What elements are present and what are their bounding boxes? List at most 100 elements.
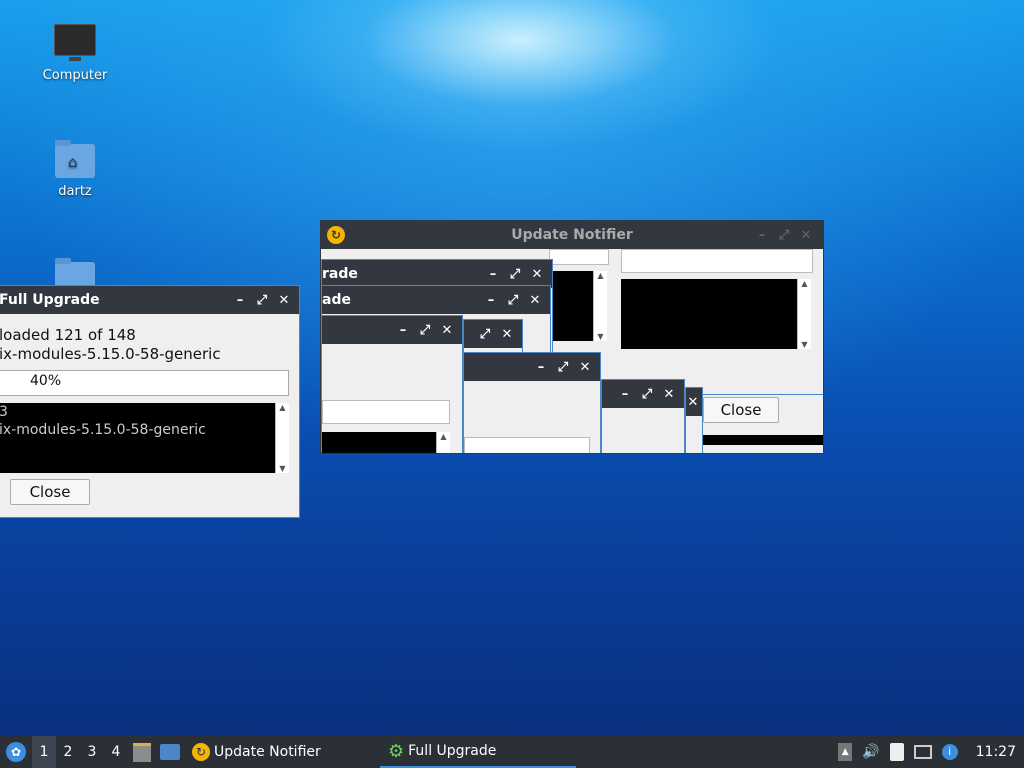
maximize-icon[interactable]: ⤢	[773, 228, 795, 243]
stacked-window: – ⤢ ✕	[601, 379, 685, 453]
desktop-icon-label: dartz	[58, 184, 92, 199]
window-title: Update Notifier	[511, 227, 633, 243]
show-desktop-icon	[160, 744, 180, 760]
log-output	[621, 279, 811, 349]
volume-icon[interactable]: 🔊	[862, 744, 879, 760]
maximize-icon[interactable]: ⤢	[502, 293, 524, 308]
window-title: Full Upgrade	[0, 292, 100, 308]
text-field[interactable]	[549, 249, 609, 265]
text-field[interactable]	[464, 437, 590, 453]
home-folder-icon: ⌂	[55, 140, 95, 178]
text-field[interactable]	[621, 249, 813, 273]
desktop-launcher[interactable]	[156, 736, 184, 768]
minimize-icon[interactable]: –	[480, 293, 502, 308]
update-notifier-window: ↻ Update Notifier – ⤢ ✕ ▲ ▼ ▲ ▼ rade – ⤢…	[320, 220, 824, 454]
maximize-icon[interactable]: ⤢	[636, 387, 658, 402]
status-line: loaded 121 of 148	[0, 326, 136, 344]
task-label: Full Upgrade	[408, 743, 497, 759]
maximize-icon[interactable]: ⤢	[552, 360, 574, 375]
close-icon[interactable]: ✕	[524, 293, 546, 308]
task-label: Update Notifier	[214, 744, 321, 760]
file-manager-icon	[133, 742, 151, 762]
window-titlebar[interactable]: ⤢ ✕	[464, 320, 522, 348]
progress-text: 40%	[30, 373, 62, 389]
window-title: rade	[322, 266, 358, 282]
scroll-up-icon[interactable]: ▲	[594, 271, 607, 280]
close-icon[interactable]: ✕	[496, 327, 518, 342]
window-titlebar[interactable]: ✕	[686, 388, 702, 416]
system-tray: ▲ 🔊 i 11:27	[838, 743, 1024, 761]
window-titlebar[interactable]: ade – ⤢ ✕	[322, 286, 550, 314]
desktop-icon-computer[interactable]: Computer	[25, 24, 125, 83]
text-field[interactable]	[322, 400, 450, 424]
workspace-2[interactable]: 2	[56, 736, 80, 768]
lubuntu-logo-icon: ✿	[6, 742, 26, 762]
close-icon[interactable]: ✕	[686, 395, 700, 410]
maximize-icon[interactable]: ⤢	[251, 293, 273, 308]
desktop-icon-label: Computer	[42, 68, 108, 83]
status-line: ix-modules-5.15.0-58-generic	[0, 345, 221, 363]
maximize-icon[interactable]: ⤢	[474, 327, 496, 342]
stacked-window: – ⤢ ✕ ▲	[321, 315, 463, 453]
close-button[interactable]: Close	[10, 479, 90, 505]
desktop-icon-home[interactable]: ⌂ dartz	[25, 140, 125, 199]
log-scrollbar[interactable]: ▲ ▼	[797, 279, 811, 349]
log-line: 3	[0, 403, 289, 421]
close-icon[interactable]: ✕	[526, 267, 548, 282]
task-full-upgrade[interactable]: ⚙ Full Upgrade	[380, 736, 576, 768]
window-titlebar[interactable]: – ⤢ ✕	[464, 353, 600, 381]
clock[interactable]: 11:27	[976, 744, 1016, 760]
workspace-3[interactable]: 3	[80, 736, 104, 768]
close-icon[interactable]: ✕	[795, 228, 817, 243]
minimize-icon[interactable]: –	[751, 228, 773, 243]
stacked-window: Close	[702, 394, 823, 453]
network-icon[interactable]	[913, 745, 932, 759]
log-output	[703, 435, 823, 445]
scroll-down-icon[interactable]: ▼	[276, 464, 289, 473]
window-titlebar[interactable]: ↻ Update Notifier – ⤢ ✕	[321, 221, 823, 249]
update-info-icon[interactable]: i	[941, 744, 958, 760]
minimize-icon[interactable]: –	[229, 293, 251, 308]
scroll-down-icon[interactable]: ▼	[798, 340, 811, 349]
gear-icon: ⚙	[388, 740, 405, 762]
minimize-icon[interactable]: –	[392, 323, 414, 338]
task-update-notifier[interactable]: ↻ Update Notifier	[184, 736, 380, 768]
maximize-icon[interactable]: ⤢	[414, 323, 436, 338]
scroll-down-icon[interactable]: ▼	[594, 332, 607, 341]
window-titlebar[interactable]: Full Upgrade – ⤢ ✕	[0, 286, 299, 314]
log-scrollbar[interactable]: ▲ ▼	[275, 403, 289, 473]
window-title: ade	[322, 292, 351, 308]
scroll-up-icon[interactable]: ▲	[437, 432, 450, 441]
computer-icon	[54, 24, 96, 61]
close-icon[interactable]: ✕	[574, 360, 596, 375]
minimize-icon[interactable]: –	[614, 387, 636, 402]
update-notifier-icon: ↻	[192, 743, 210, 761]
stacked-window: – ⤢ ✕	[463, 352, 601, 453]
full-upgrade-window: Full Upgrade – ⤢ ✕ loaded 121 of 148 ix-…	[0, 285, 300, 518]
scroll-up-icon[interactable]: ▲	[798, 279, 811, 288]
window-titlebar[interactable]: – ⤢ ✕	[602, 380, 684, 408]
log-output	[553, 271, 593, 341]
minimize-icon[interactable]: –	[482, 267, 504, 282]
close-icon[interactable]: ✕	[658, 387, 680, 402]
scroll-up-icon[interactable]: ▲	[276, 403, 289, 412]
close-icon[interactable]: ✕	[273, 293, 295, 308]
clipboard-icon[interactable]	[889, 743, 904, 761]
close-button[interactable]: Close	[703, 397, 779, 423]
window-titlebar[interactable]: rade – ⤢ ✕	[322, 260, 552, 288]
window-titlebar[interactable]: – ⤢ ✕	[322, 316, 462, 344]
tray-arrow-icon[interactable]: ▲	[838, 743, 853, 761]
minimize-icon[interactable]: –	[530, 360, 552, 375]
log-line: ix-modules-5.15.0-58-generic	[0, 422, 206, 438]
progress-bar: 40%	[0, 370, 289, 396]
update-notifier-icon: ↻	[327, 226, 345, 244]
workspace-4[interactable]: 4	[104, 736, 128, 768]
maximize-icon[interactable]: ⤢	[504, 267, 526, 282]
log-scrollbar[interactable]: ▲ ▼	[593, 271, 607, 341]
close-icon[interactable]: ✕	[436, 323, 458, 338]
workspace-1[interactable]: 1	[32, 736, 56, 768]
log-output	[322, 432, 436, 453]
start-menu-button[interactable]: ✿	[0, 736, 32, 768]
file-manager-launcher[interactable]	[128, 736, 156, 768]
log-scrollbar[interactable]: ▲	[436, 432, 450, 453]
